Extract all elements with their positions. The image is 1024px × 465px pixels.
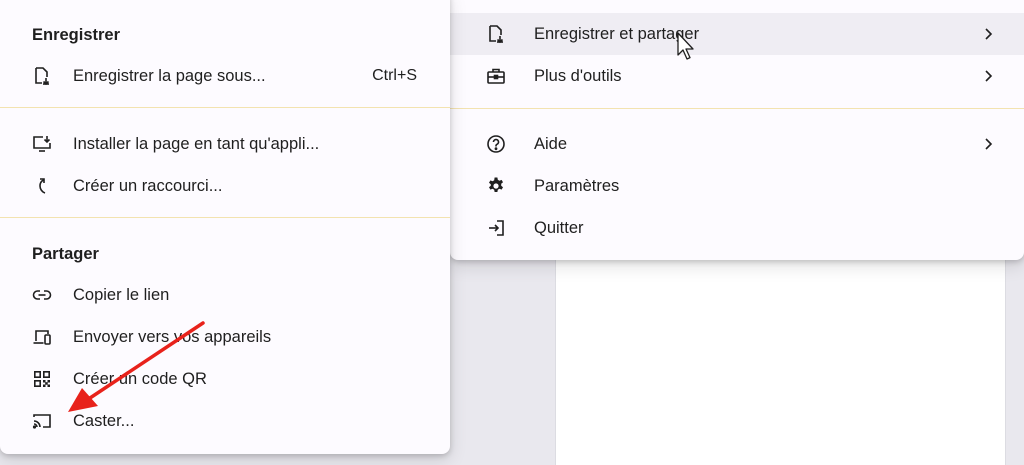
- menu-item-more-tools[interactable]: Plus d'outils: [450, 55, 1024, 97]
- menu-item-label: Aide: [534, 134, 568, 153]
- menu-item-settings[interactable]: Paramètres: [450, 165, 1024, 207]
- menu-item-label: Installer la page en tant qu'appli...: [73, 134, 320, 153]
- menu-item-label: Plus d'outils: [534, 66, 622, 85]
- save-share-submenu: Enregistrer Enregistrer la page sous... …: [0, 0, 450, 454]
- menu-item-install-app[interactable]: Installer la page en tant qu'appli...: [0, 123, 450, 165]
- cast-icon: [32, 411, 52, 431]
- section-heading-share: Partager: [32, 245, 99, 263]
- menu-item-copy-link[interactable]: Copier le lien: [0, 274, 450, 316]
- devices-icon: [32, 327, 52, 347]
- menu-item-create-shortcut[interactable]: Créer un raccourci...: [0, 165, 450, 207]
- menu-item-cast[interactable]: Caster...: [0, 400, 450, 442]
- keyboard-shortcut: Ctrl+S: [372, 67, 417, 84]
- menu-item-save-page-as[interactable]: Enregistrer la page sous... Ctrl+S: [0, 55, 450, 97]
- menu-separator: [0, 217, 450, 218]
- section-heading-save: Enregistrer: [32, 26, 121, 44]
- menu-item-label: Envoyer vers vos appareils: [73, 327, 272, 346]
- menu-item-save-share[interactable]: Enregistrer et partager: [450, 13, 1024, 55]
- toolbox-icon: [486, 66, 506, 86]
- browser-main-menu: Enregistrer et partager Plus d'outils Ai…: [450, 0, 1024, 260]
- mouse-cursor-icon: [677, 32, 694, 60]
- chevron-right-icon: [985, 70, 993, 82]
- menu-item-label: Créer un code QR: [73, 369, 207, 388]
- menu-separator: [0, 107, 450, 108]
- menu-item-label: Paramètres: [534, 176, 620, 195]
- menu-item-label: Enregistrer la page sous...: [73, 66, 266, 85]
- exit-icon: [486, 218, 506, 238]
- save-share-icon: [486, 24, 506, 44]
- menu-item-label: Quitter: [534, 218, 584, 237]
- shortcut-icon: [32, 176, 52, 196]
- menu-item-label: Enregistrer et partager: [534, 24, 700, 43]
- gear-icon: [486, 176, 506, 196]
- qr-code-icon: [32, 369, 52, 389]
- menu-item-label: Créer un raccourci...: [73, 176, 223, 195]
- menu-item-help[interactable]: Aide: [450, 123, 1024, 165]
- menu-item-create-qr[interactable]: Créer un code QR: [0, 358, 450, 400]
- chevron-right-icon: [985, 28, 993, 40]
- page-content-area: [555, 255, 1006, 465]
- menu-separator: [450, 108, 1024, 109]
- install-app-icon: [32, 134, 52, 154]
- menu-item-quit[interactable]: Quitter: [450, 207, 1024, 249]
- menu-item-send-devices[interactable]: Envoyer vers vos appareils: [0, 316, 450, 358]
- chevron-right-icon: [985, 138, 993, 150]
- menu-item-label: Copier le lien: [73, 285, 170, 304]
- help-icon: [486, 134, 506, 154]
- menu-item-label: Caster...: [73, 411, 135, 430]
- link-icon: [32, 285, 52, 305]
- save-page-icon: [32, 66, 52, 86]
